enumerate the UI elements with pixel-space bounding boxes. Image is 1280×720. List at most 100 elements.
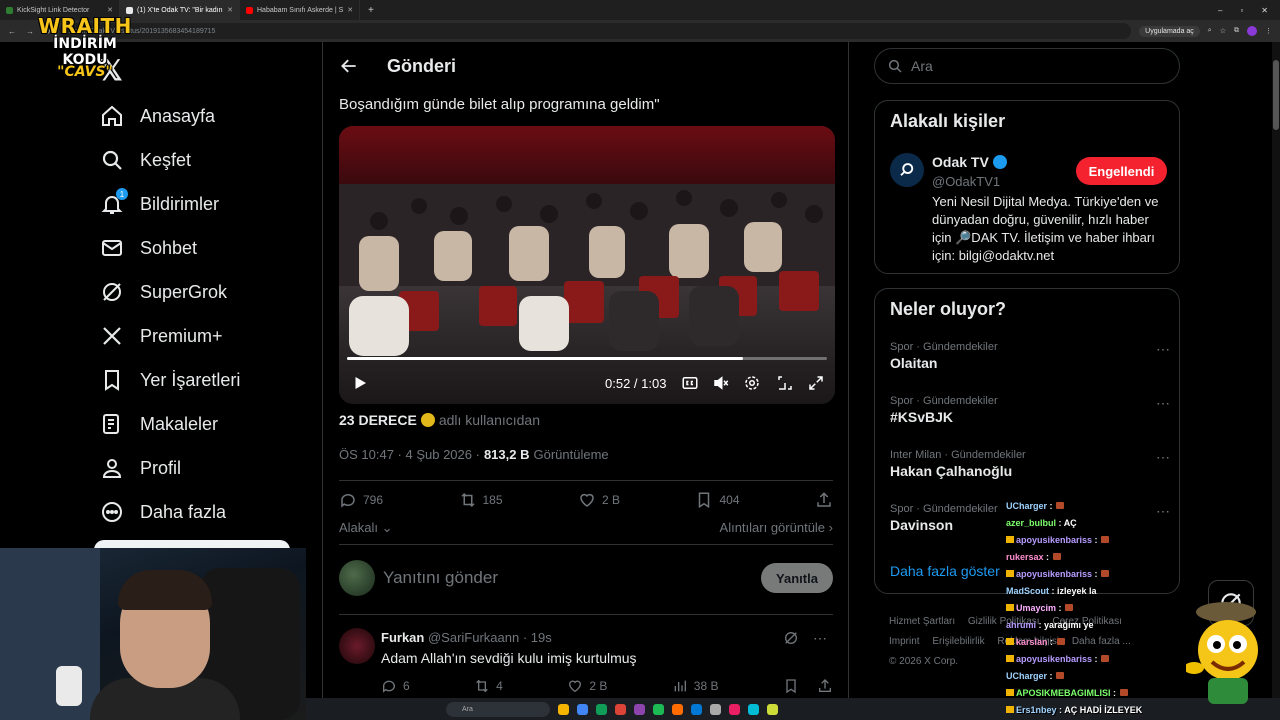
reply-action[interactable]: 796 — [339, 491, 383, 509]
show-more-link[interactable]: Daha fazla göster — [890, 563, 1000, 579]
taskbar-app-icon[interactable] — [672, 703, 683, 715]
video-progress-bar[interactable] — [347, 357, 827, 360]
more-options-icon[interactable]: ⋯ — [813, 630, 827, 647]
maximize-icon[interactable]: ▫ — [1240, 6, 1243, 15]
avatar[interactable] — [890, 153, 924, 187]
close-tab-icon[interactable]: ✕ — [227, 6, 233, 14]
taskbar-app-icon[interactable] — [710, 703, 721, 715]
close-tab-icon[interactable]: ✕ — [347, 6, 353, 14]
chat-message: APOSIKMEBAGIMLISI : — [1006, 685, 1176, 702]
footer-link[interactable]: Imprint — [889, 636, 920, 647]
like-action[interactable]: 2 B — [578, 491, 620, 509]
nav-item-messages[interactable]: Sohbet — [100, 226, 320, 270]
nav-item-profile[interactable]: Profil — [100, 446, 320, 490]
taskbar-app-icon[interactable] — [615, 703, 626, 715]
taskbar-app-icon[interactable] — [558, 703, 569, 715]
person-icon — [100, 456, 124, 480]
bookmark-icon[interactable] — [783, 678, 799, 694]
mute-icon[interactable] — [712, 374, 730, 392]
trend-item[interactable]: Inter Milan · Gündemdekiler Hakan Çalhan… — [890, 449, 1170, 479]
reply-button[interactable]: Yanıtla — [761, 563, 833, 593]
pip-icon[interactable] — [776, 374, 794, 392]
more-options-icon[interactable]: ⋯ — [1156, 341, 1170, 358]
reply-text: Adam Allah'ın sevdiği kulu imiş kurtulmu… — [381, 650, 637, 666]
captions-icon[interactable] — [681, 374, 699, 392]
browser-menu-icon[interactable]: ⋮ — [1265, 27, 1272, 35]
star-icon[interactable]: ☆ — [1220, 27, 1226, 35]
page-scrollbar[interactable] — [1272, 42, 1280, 698]
repost-action[interactable]: 4 — [474, 678, 503, 694]
play-icon[interactable] — [351, 374, 369, 392]
back-arrow-icon[interactable] — [339, 56, 359, 76]
subscriber-badge-icon — [1006, 536, 1014, 543]
bookmark-action[interactable]: 404 — [695, 491, 740, 509]
reply-action[interactable]: 6 — [381, 678, 410, 694]
more-options-icon[interactable]: ⋯ — [1156, 449, 1170, 466]
taskbar-app-icon[interactable] — [691, 703, 702, 715]
like-action[interactable]: 2 B — [567, 678, 607, 694]
fullscreen-icon[interactable] — [807, 374, 825, 392]
taskbar-app-icon[interactable] — [729, 703, 740, 715]
person-name-row[interactable]: Odak TV — [932, 154, 1007, 170]
nav-item-supergrok[interactable]: SuperGrok — [100, 270, 320, 314]
nav-item-home[interactable]: Anasayfa — [100, 94, 320, 138]
more-options-icon[interactable]: ⋯ — [1156, 395, 1170, 412]
repost-icon — [476, 679, 488, 693]
taskbar-app-icon[interactable] — [577, 703, 588, 715]
extensions-icon[interactable]: ⧉ — [1234, 27, 1239, 35]
nav-item-premium[interactable]: Premium+ — [100, 314, 320, 358]
nav-item-explore[interactable]: Keşfet — [100, 138, 320, 182]
browser-tab[interactable]: Hababam Sınıfı Askerde | S ✕ — [240, 0, 360, 20]
nav-item-bookmarks[interactable]: Yer İşaretleri — [100, 358, 320, 402]
scrollbar-thumb[interactable] — [1273, 60, 1279, 130]
new-tab-icon[interactable]: + — [360, 5, 382, 16]
zoom-icon[interactable]: ⌕ — [1208, 27, 1212, 35]
share-action[interactable] — [815, 491, 833, 509]
url-field[interactable]: x.com/OdakTV1/status/2019135683454189715 — [58, 23, 1132, 39]
open-in-app-button[interactable]: Uygulamada aç — [1139, 25, 1200, 37]
nav-item-articles[interactable]: Makaleler — [100, 402, 320, 446]
sort-dropdown[interactable]: Alakalı ⌄ — [339, 520, 393, 536]
verified-gold-icon — [420, 413, 435, 427]
footer-link[interactable]: Hizmet Şartları — [889, 616, 955, 627]
like-count: 2 B — [602, 493, 621, 507]
repost-action[interactable]: 185 — [459, 491, 503, 509]
search-input[interactable]: Ara — [874, 48, 1180, 84]
taskbar-app-icon[interactable] — [767, 703, 778, 715]
trend-item[interactable]: Spor · Gündemdekiler Olaitan ⋯ — [890, 341, 1170, 371]
blocked-button[interactable]: Engellendi — [1076, 157, 1167, 185]
footer-link[interactable]: Erişilebilirlik — [932, 636, 984, 647]
back-icon[interactable]: ← — [8, 27, 16, 36]
nav-item-notifications[interactable]: 1 Bildirimler — [100, 182, 320, 226]
browser-tab-bar: KickSight Link Detector ✕ (1) X'te Odak … — [0, 0, 1280, 20]
view-quotes-link[interactable]: Alıntıları görüntüle › — [720, 520, 833, 536]
profile-avatar[interactable] — [1247, 26, 1257, 36]
post-header: Gönderi — [323, 42, 848, 92]
taskbar-app-icon[interactable] — [634, 703, 645, 715]
subscriber-badge-icon — [1006, 689, 1014, 696]
grok-icon[interactable] — [783, 630, 799, 646]
views-action[interactable]: 38 B — [672, 678, 718, 694]
share-icon[interactable] — [817, 678, 833, 694]
close-window-icon[interactable]: ✕ — [1261, 6, 1268, 15]
card-title: Neler oluyor? — [890, 299, 1007, 319]
nav-item-more[interactable]: Daha fazla — [100, 490, 320, 534]
post-timestamp[interactable]: ÖS 10:47 · 4 Şub 2026 · — [339, 447, 480, 462]
taskbar-app-icon[interactable] — [596, 703, 607, 715]
taskbar-app-icon[interactable] — [653, 703, 664, 715]
subscriber-badge-icon — [1006, 604, 1014, 611]
chat-user: apoyusikenbariss — [1016, 654, 1093, 664]
taskbar-app-icon[interactable] — [748, 703, 759, 715]
reply-author-name[interactable]: Furkan — [381, 630, 424, 645]
chat-message: azer_bulbul : AÇ — [1006, 518, 1077, 528]
attribution-name[interactable]: 23 DERECE — [339, 412, 417, 428]
settings-icon[interactable] — [743, 374, 761, 392]
close-tab-icon[interactable]: ✕ — [107, 6, 113, 14]
trend-item[interactable]: Spor · Gündemdekiler #KSvBJK ⋯ — [890, 395, 1170, 425]
video-player[interactable]: 0:52 / 1:03 — [339, 126, 835, 404]
repost-count: 4 — [496, 679, 503, 693]
avatar[interactable] — [339, 628, 375, 664]
reply-input[interactable]: Yanıtını gönder — [383, 568, 761, 588]
minimize-icon[interactable]: – — [1218, 6, 1222, 15]
taskbar-search[interactable]: Ara — [446, 701, 550, 717]
